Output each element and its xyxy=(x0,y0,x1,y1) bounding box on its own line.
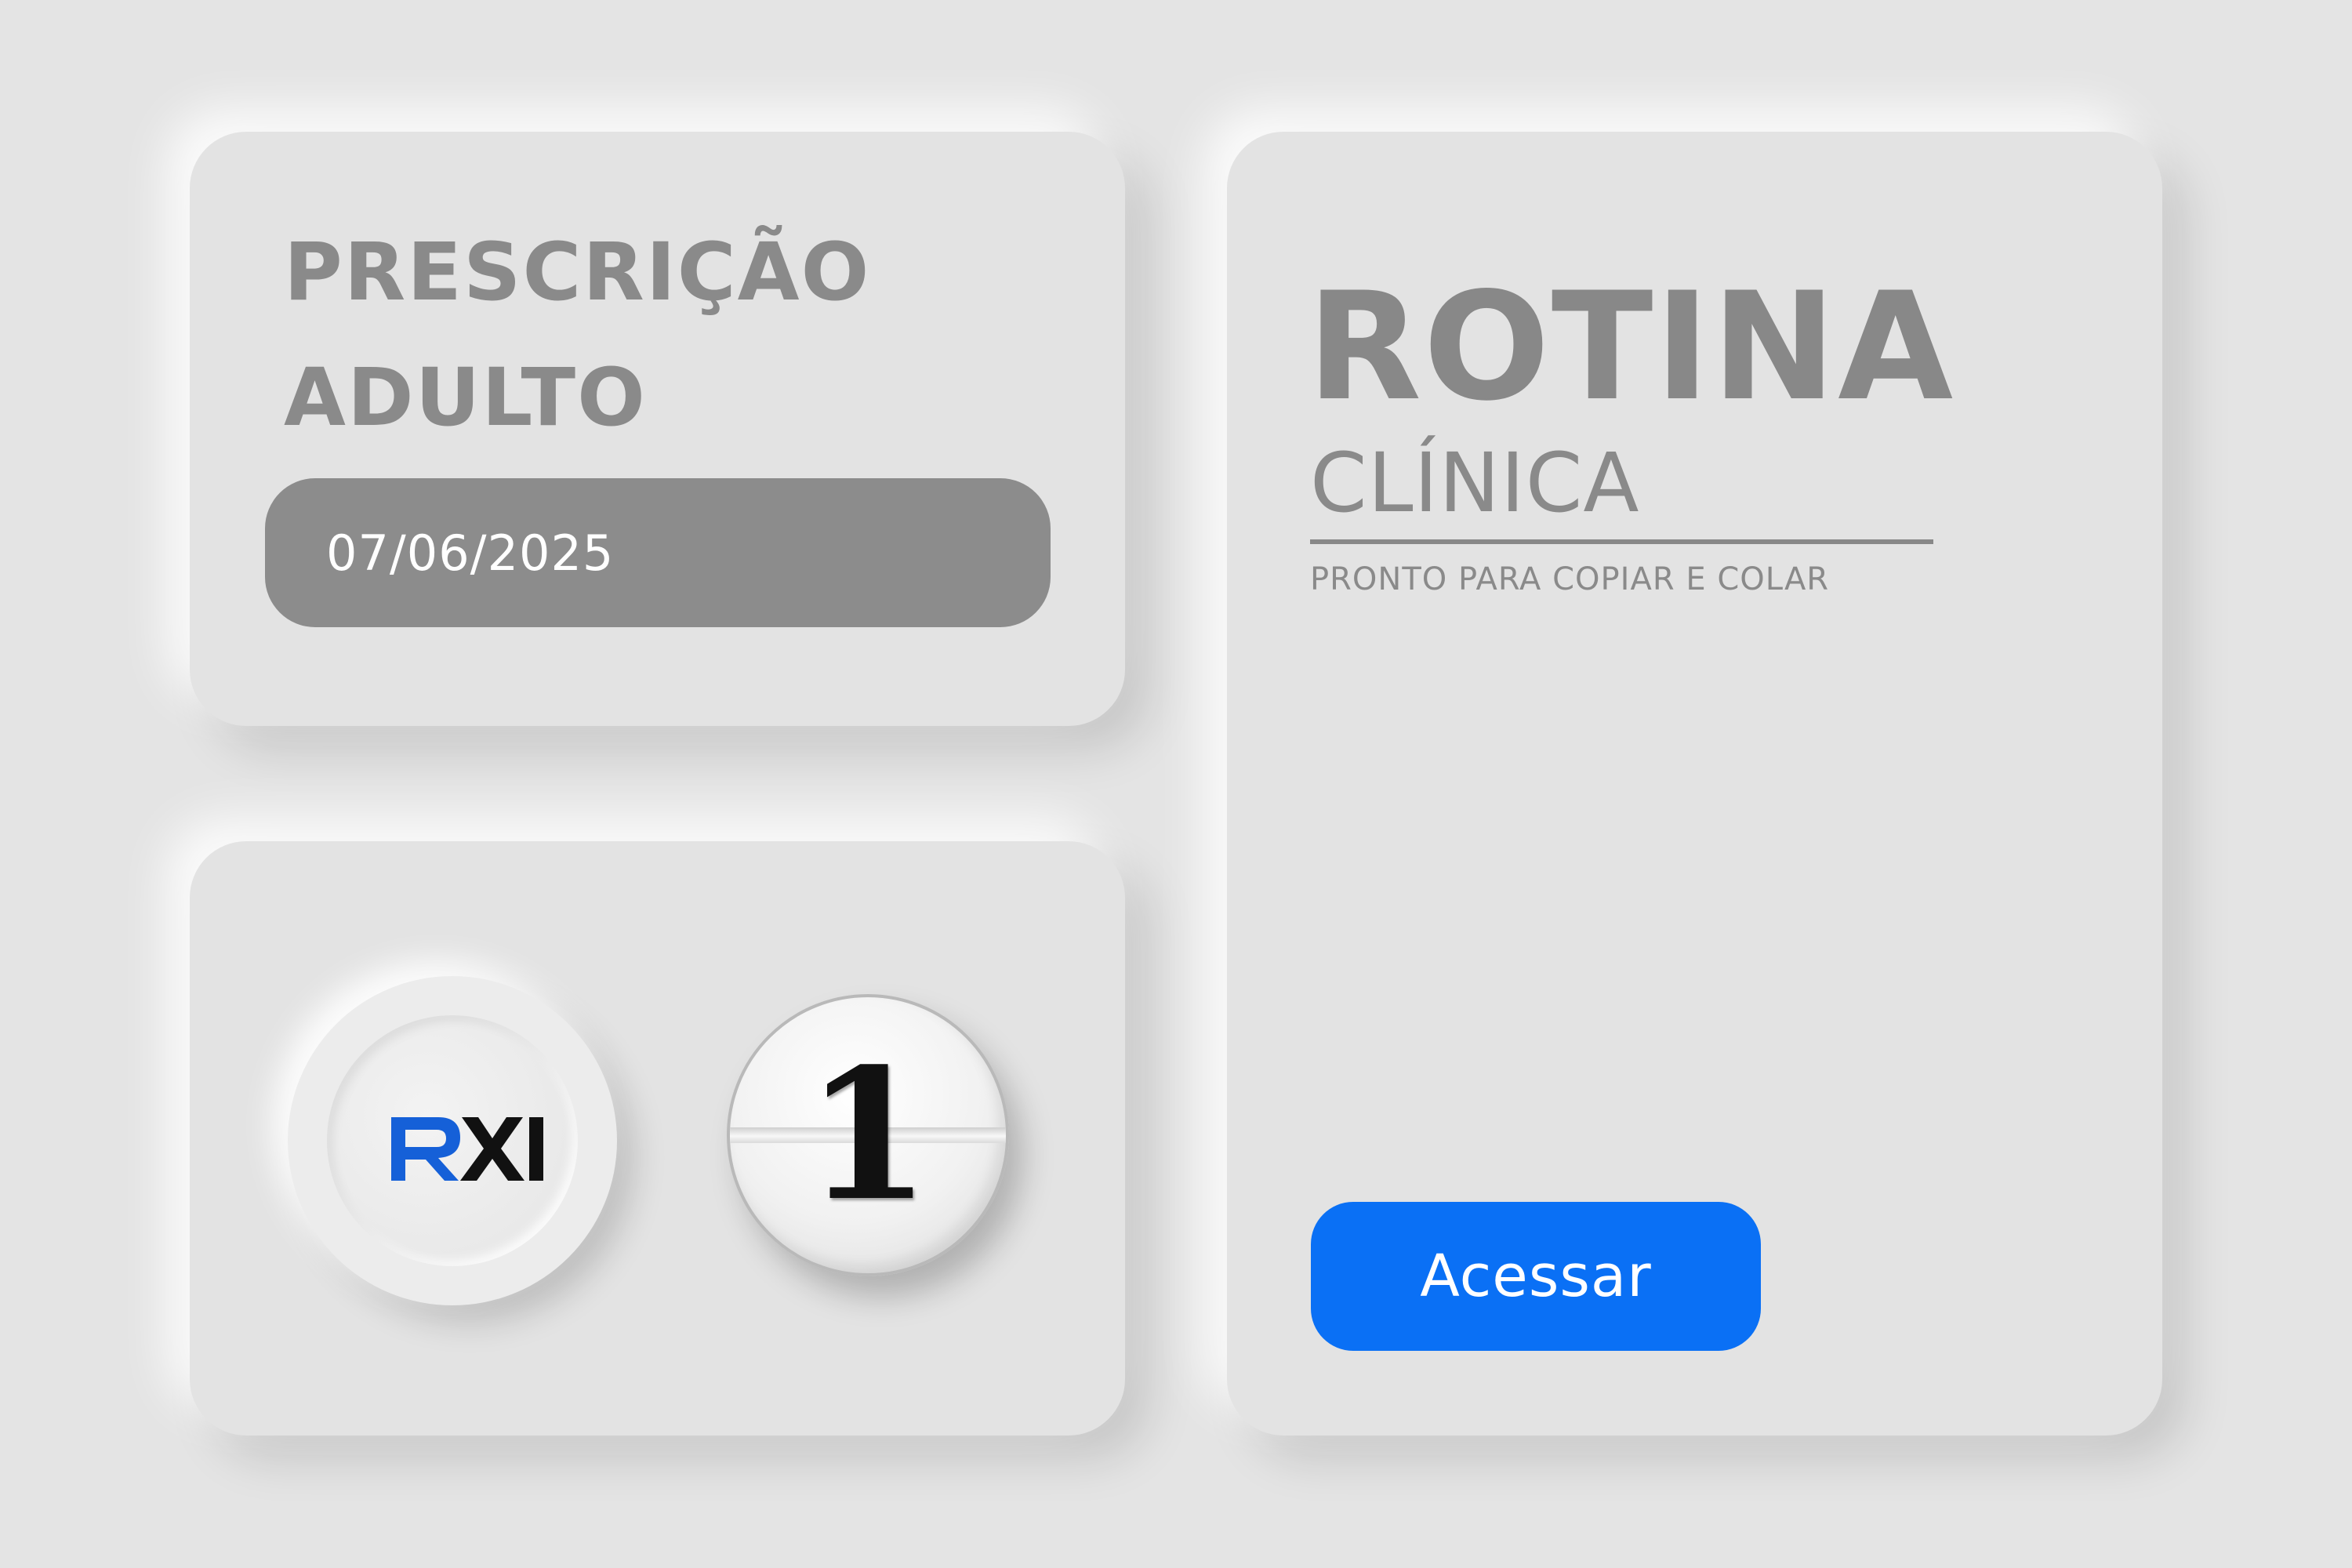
rotina-title: ROTINA xyxy=(1307,260,1955,434)
rotina-subtitle: CLÍNICA xyxy=(1310,435,1640,531)
prescricao-title-line2: ADULTO xyxy=(284,351,647,445)
prescricao-adulto-card[interactable]: PRESCRIÇÃO ADULTO 07/06/2025 xyxy=(190,132,1125,726)
prescricao-title-line1: PRESCRIÇÃO xyxy=(284,226,871,319)
rotina-tagline: PRONTO PARA COPIAR E COLAR xyxy=(1310,561,1830,597)
rxi-logo-button[interactable] xyxy=(288,976,617,1305)
date-text: 07/06/2025 xyxy=(326,524,615,582)
rotina-clinica-card: ROTINA CLÍNICA PRONTO PARA COPIAR E COLA… xyxy=(1227,132,2162,1436)
rxi-logo xyxy=(391,1117,543,1181)
date-badge: 07/06/2025 xyxy=(265,478,1051,627)
title-divider xyxy=(1310,539,1933,544)
rxi-logo-well xyxy=(327,1015,578,1266)
prescricao-title: PRESCRIÇÃO ADULTO xyxy=(284,210,870,461)
pill-number-button[interactable]: 1 xyxy=(727,994,1009,1276)
icons-card: 1 xyxy=(190,841,1125,1436)
pill-number: 1 xyxy=(804,1029,931,1241)
acessar-button[interactable]: Acessar xyxy=(1311,1202,1761,1351)
